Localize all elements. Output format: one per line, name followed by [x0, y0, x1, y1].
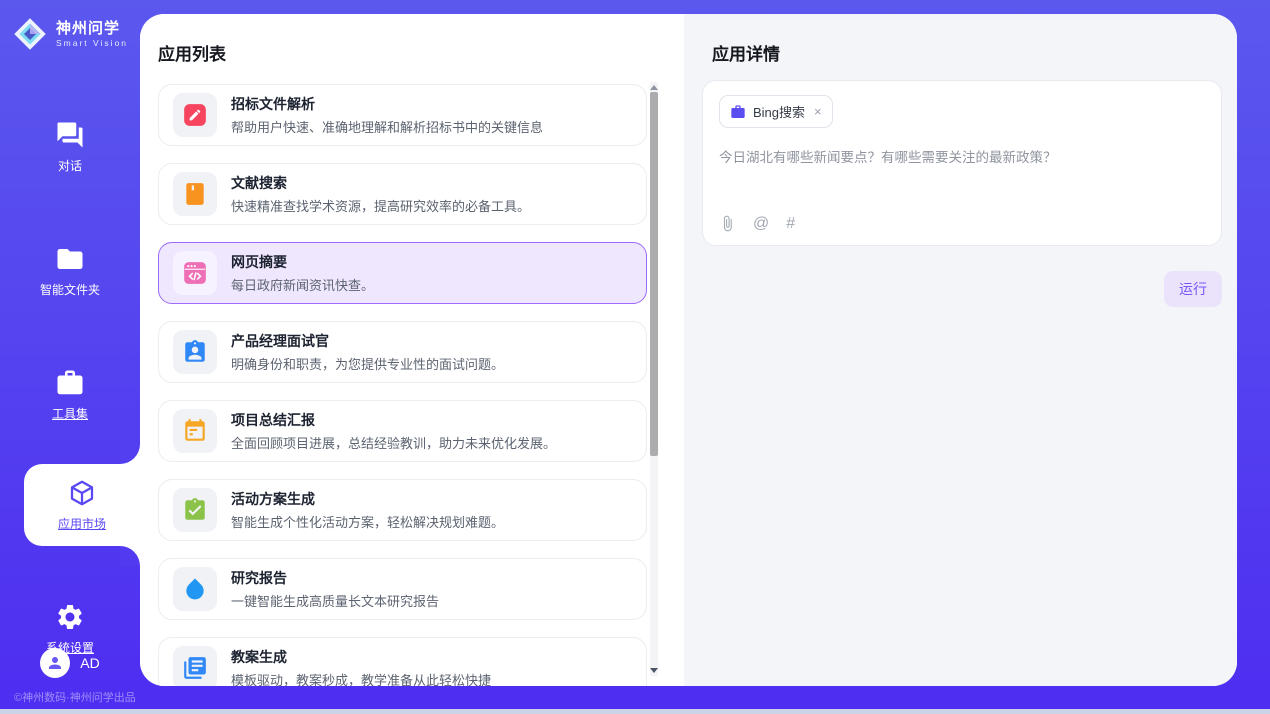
run-button[interactable]: 运行 — [1164, 271, 1222, 307]
sidebar-item-label: 工具集 — [52, 405, 88, 422]
app-cards: 招标文件解析 帮助用户快速、准确地理解和解析招标书中的关键信息 文献搜索 快速精… — [158, 84, 647, 686]
app-card-description: 一键智能生成高质量长文本研究报告 — [231, 591, 439, 610]
app-card-icon — [182, 260, 208, 286]
bottom-edge-strip — [0, 709, 1270, 714]
prompt-text[interactable]: 今日湖北有哪些新闻要点？有哪些需要关注的最新政策？ — [719, 146, 1205, 166]
main-panel: 应用列表 招标文件解析 帮助用户快速、准确地理解和解析招标书中的关键信息 — [140, 14, 1237, 686]
copyright-footer: ©神州数码·神州问学出品 — [14, 689, 136, 705]
app-card-icon-box — [173, 93, 217, 137]
brand: 神州问学 Smart Vision — [0, 0, 140, 52]
app-card-title: 网页摘要 — [231, 252, 374, 272]
app-card-description: 全面回顾项目进展，总结经验教训，助力未来优化发展。 — [231, 433, 556, 452]
app-card-title: 教案生成 — [231, 647, 491, 667]
chip-close-icon[interactable]: × — [814, 104, 822, 119]
mention-icon[interactable]: @ — [753, 216, 769, 232]
active-curve-top — [120, 444, 140, 464]
app-detail-section: 应用详情 Bing搜索 × 今日湖北有哪些新闻要点？有哪些需要关注的最新政策？ … — [684, 14, 1237, 686]
sidebar-item-icon — [55, 120, 85, 150]
app-card-icon-box — [173, 488, 217, 532]
app-card[interactable]: 活动方案生成 智能生成个性化活动方案，轻松解决规划难题。 — [158, 479, 647, 541]
sidebar-item-label: 应用市场 — [58, 515, 106, 532]
sidebar-item[interactable]: 应用市场 — [24, 464, 140, 546]
brand-name: 神州问学 — [56, 20, 128, 37]
avatar[interactable] — [40, 648, 70, 678]
sidebar-item-icon — [55, 368, 85, 398]
app-card[interactable]: 项目总结汇报 全面回顾项目进展，总结经验教训，助力未来优化发展。 — [158, 400, 647, 462]
app-card-icon — [182, 102, 208, 128]
run-row: 运行 — [1164, 271, 1222, 307]
app-card-icon — [182, 418, 208, 444]
app-card-description: 智能生成个性化活动方案，轻松解决规划难题。 — [231, 512, 504, 531]
app-card-title: 活动方案生成 — [231, 489, 504, 509]
active-curve-bottom — [120, 546, 140, 566]
input-toolbar: @ # — [719, 215, 795, 232]
app-card-icon-box — [173, 646, 217, 686]
person-icon — [46, 654, 64, 672]
app-card-description: 帮助用户快速、准确地理解和解析招标书中的关键信息 — [231, 117, 543, 136]
app-card-icon — [182, 497, 208, 523]
brand-subtitle: Smart Vision — [56, 38, 128, 48]
app-card-title: 产品经理面试官 — [231, 331, 504, 351]
sidebar-item[interactable]: 智能文件夹 — [0, 216, 140, 312]
app-card-icon-box — [173, 330, 217, 374]
attachment-icon[interactable] — [719, 215, 736, 232]
sidebar-item-label: 智能文件夹 — [40, 281, 100, 298]
user-row[interactable]: AD — [0, 648, 140, 678]
app-card-icon-box — [173, 172, 217, 216]
sidebar-item-label: 对话 — [58, 157, 82, 174]
scroll-up-arrow-icon[interactable] — [650, 85, 658, 90]
app-card[interactable]: 文献搜索 快速精准查找学术资源，提高研究效率的必备工具。 — [158, 163, 647, 225]
app-card-icon — [182, 181, 208, 207]
scrollbar-thumb[interactable] — [650, 92, 658, 456]
app-card-icon-box — [173, 409, 217, 453]
sidebar-item-icon — [55, 244, 85, 274]
app-card-icon — [182, 576, 208, 602]
app-card-description: 每日政府新闻资讯快查。 — [231, 275, 374, 294]
app-card-description: 模板驱动，教案秒成，教学准备从此轻松快捷 — [231, 670, 491, 686]
user-name: AD — [80, 655, 99, 671]
app-card[interactable]: 教案生成 模板驱动，教案秒成，教学准备从此轻松快捷 — [158, 637, 647, 686]
app-card-icon-box — [173, 567, 217, 611]
sidebar: 神州问学 Smart Vision 对话 智能文件夹 — [0, 0, 140, 714]
tool-chip-bing-search[interactable]: Bing搜索 × — [719, 95, 833, 128]
app-card-icon — [182, 655, 208, 681]
app-card-title: 研究报告 — [231, 568, 439, 588]
app-card-description: 明确身份和职责，为您提供专业性的面试问题。 — [231, 354, 504, 373]
scrollbar-track[interactable] — [650, 82, 658, 676]
app-card-title: 文献搜索 — [231, 173, 530, 193]
app-card-title: 项目总结汇报 — [231, 410, 556, 430]
app-card-title: 招标文件解析 — [231, 94, 543, 114]
app-list-title: 应用列表 — [158, 40, 226, 65]
sidebar-item[interactable]: 对话 — [0, 92, 140, 188]
app-card-icon — [182, 339, 208, 365]
app-card-icon-box — [173, 251, 217, 295]
sidebar-nav: 对话 智能文件夹 工具集 应用市场 — [0, 92, 140, 670]
app-detail-title: 应用详情 — [712, 40, 780, 65]
hashtag-icon[interactable]: # — [786, 216, 795, 232]
app-card[interactable]: 网页摘要 每日政府新闻资讯快查。 — [158, 242, 647, 304]
app-card-description: 快速精准查找学术资源，提高研究效率的必备工具。 — [231, 196, 530, 215]
app-card[interactable]: 产品经理面试官 明确身份和职责，为您提供专业性的面试问题。 — [158, 321, 647, 383]
sidebar-item-icon — [55, 602, 85, 632]
briefcase-icon — [730, 104, 746, 120]
scroll-down-arrow-icon[interactable] — [650, 668, 658, 673]
prompt-card: Bing搜索 × 今日湖北有哪些新闻要点？有哪些需要关注的最新政策？ @ # — [702, 80, 1222, 246]
app-list-section: 应用列表 招标文件解析 帮助用户快速、准确地理解和解析招标书中的关键信息 — [140, 14, 684, 686]
app-card[interactable]: 研究报告 一键智能生成高质量长文本研究报告 — [158, 558, 647, 620]
sidebar-item-icon — [67, 478, 97, 508]
brand-logo-icon — [12, 16, 48, 52]
sidebar-item[interactable]: 工具集 — [0, 340, 140, 436]
app-card[interactable]: 招标文件解析 帮助用户快速、准确地理解和解析招标书中的关键信息 — [158, 84, 647, 146]
tool-chip-label: Bing搜索 — [753, 102, 805, 121]
